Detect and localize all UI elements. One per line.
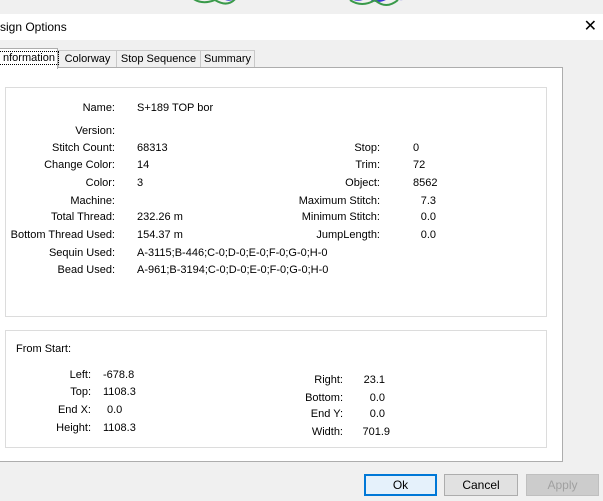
stitch-count-value: 68313 <box>137 142 168 154</box>
trim-label: Trim: <box>355 159 380 171</box>
stop-label: Stop: <box>354 142 380 154</box>
left-value: -678.8 <box>103 369 135 381</box>
bottom-thread-value: 154.37 m <box>137 229 183 241</box>
end-x-value: 0.0 <box>107 404 123 416</box>
change-color-label: Change Color: <box>44 159 115 171</box>
from-start-heading: From Start: <box>16 343 72 355</box>
dialog-title: sign Options <box>0 20 67 34</box>
information-panel: Name: S+189 TOP bor Version: Stitch Coun… <box>0 67 563 462</box>
stitch-count-label: Stitch Count: <box>52 142 115 154</box>
bottom-label: Bottom: <box>305 392 343 404</box>
jump-length-label: JumpLength: <box>316 229 380 241</box>
max-stitch-value: 7.3 <box>420 195 436 207</box>
max-stitch-label: Maximum Stitch: <box>298 195 380 207</box>
top-label: Top: <box>70 386 91 398</box>
design-info-group: Name: S+189 TOP bor Version: Stitch Coun… <box>5 87 547 317</box>
height-value: 1108.3 <box>103 422 136 434</box>
tab-colorway-label: Colorway <box>64 53 111 65</box>
ok-button[interactable]: Ok <box>364 474 437 496</box>
min-stitch-value: 0.0 <box>420 211 436 223</box>
bead-label: Bead Used: <box>57 264 115 276</box>
color-label: Color: <box>85 177 115 189</box>
sequin-label: Sequin Used: <box>48 247 115 259</box>
background-design-preview <box>0 0 603 14</box>
end-x-label: End X: <box>57 404 91 416</box>
bead-value: A-961;B-3194;C-0;D-0;E-0;F-0;G-0;H-0 <box>137 264 329 276</box>
stop-value: 0 <box>413 142 420 154</box>
name-value: S+189 TOP bor <box>137 102 214 114</box>
end-y-value: 0.0 <box>369 408 385 420</box>
total-thread-label: Total Thread: <box>50 211 115 223</box>
width-label: Width: <box>311 426 343 438</box>
machine-label: Machine: <box>70 195 115 207</box>
bottom-value: 0.0 <box>369 392 385 404</box>
embroidery-design-icon <box>193 0 403 6</box>
tab-colorway[interactable]: Colorway <box>58 50 117 68</box>
tab-summary[interactable]: Summary <box>200 50 255 68</box>
end-y-label: End Y: <box>310 408 343 420</box>
cancel-button[interactable]: Cancel <box>444 474 518 496</box>
version-label: Version: <box>75 125 115 137</box>
object-value: 8562 <box>413 177 438 189</box>
right-value: 23.1 <box>363 374 385 386</box>
right-label: Right: <box>314 374 343 386</box>
left-label: Left: <box>69 369 91 381</box>
change-color-value: 14 <box>137 159 150 171</box>
bottom-thread-label: Bottom Thread Used: <box>10 229 115 241</box>
trim-value: 72 <box>413 159 426 171</box>
name-label: Name: <box>82 102 115 114</box>
top-value: 1108.3 <box>103 386 136 398</box>
height-label: Height: <box>56 422 91 434</box>
close-icon[interactable]: ✕ <box>584 16 597 36</box>
color-value: 3 <box>137 177 144 189</box>
tab-stop-sequence-label: Stop Sequence <box>120 53 197 65</box>
jump-length-value: 0.0 <box>420 229 436 241</box>
tab-summary-label: Summary <box>204 53 252 65</box>
tab-information[interactable]: nformation <box>0 48 59 69</box>
total-thread-value: 232.26 m <box>137 211 183 223</box>
dialog-title-bar: sign Options ✕ <box>0 14 603 40</box>
from-start-group: From Start: Left: -678.8 Top: 1108.3 End… <box>5 330 547 448</box>
tab-information-label: nformation <box>0 51 59 65</box>
sequin-value: A-3115;B-446;C-0;D-0;E-0;F-0;G-0;H-0 <box>137 247 328 259</box>
min-stitch-label: Minimum Stitch: <box>301 211 380 223</box>
tab-stop-sequence[interactable]: Stop Sequence <box>116 50 201 68</box>
object-label: Object: <box>345 177 380 189</box>
width-value: 701.9 <box>362 426 390 438</box>
apply-button[interactable]: Apply <box>526 474 599 496</box>
